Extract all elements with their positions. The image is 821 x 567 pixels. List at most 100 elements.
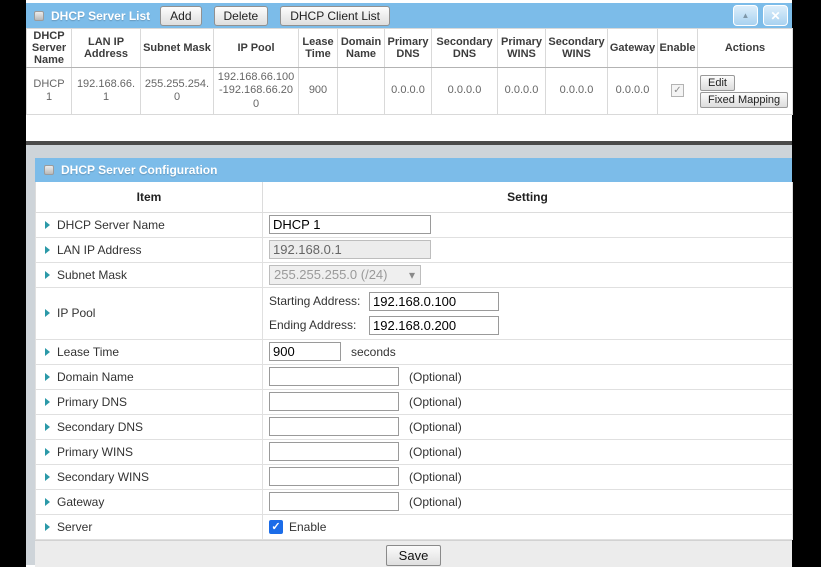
config-table: Item Setting DHCP Server Name LAN IP Add… (35, 182, 793, 540)
close-button[interactable]: ✕ (763, 5, 788, 26)
secondary-dns-input[interactable] (269, 417, 399, 436)
item-arrow-icon (45, 348, 50, 356)
col-header-secondary-wins: Secondary WINS (546, 29, 608, 68)
panel-square-icon (44, 165, 54, 175)
col-header-domain-name: Domain Name (338, 29, 385, 68)
row-server: Server ✓ Enable (36, 514, 793, 539)
item-arrow-icon (45, 309, 50, 317)
col-header-primary-wins: Primary WINS (498, 29, 546, 68)
server-enable-checkbox[interactable]: ✓ (269, 520, 283, 534)
field-label: Server (57, 520, 92, 534)
cell-dhcp-server-name: DHCP 1 (27, 68, 72, 115)
field-label: Lease Time (57, 345, 119, 359)
optional-hint: (Optional) (409, 445, 462, 459)
field-label: Domain Name (57, 370, 134, 384)
item-arrow-icon (45, 398, 50, 406)
setting-column-header: Setting (263, 182, 793, 212)
config-titlebar: DHCP Server Configuration (35, 158, 792, 182)
field-label: Primary DNS (57, 395, 127, 409)
field-label: DHCP Server Name (57, 218, 165, 232)
col-header-gateway: Gateway (608, 29, 658, 68)
primary-wins-input[interactable] (269, 442, 399, 461)
row-lan-ip-address: LAN IP Address (36, 237, 793, 262)
optional-hint: (Optional) (409, 370, 462, 384)
dhcp-client-list-button[interactable]: DHCP Client List (280, 6, 390, 26)
field-label: Gateway (57, 495, 104, 509)
delete-button[interactable]: Delete (214, 6, 269, 26)
item-arrow-icon (45, 271, 50, 279)
content-area: DHCP Server List Add Delete DHCP Client … (26, 0, 792, 567)
subnet-mask-select: 255.255.255.0 (/24) ▾ (269, 265, 421, 285)
field-label: Secondary DNS (57, 420, 143, 434)
col-header-secondary-dns: Secondary DNS (432, 29, 498, 68)
lease-time-input[interactable] (269, 342, 341, 361)
config-footer: Save (35, 540, 792, 567)
starting-address-input[interactable] (369, 292, 499, 311)
dhcp-list-titlebar: DHCP Server List Add Delete DHCP Client … (26, 3, 792, 28)
table-header-row: DHCP Server Name LAN IP Address Subnet M… (27, 29, 793, 68)
col-header-subnet-mask: Subnet Mask (141, 29, 214, 68)
server-enable-label: Enable (289, 520, 326, 534)
row-gateway: Gateway (Optional) (36, 489, 793, 514)
item-arrow-icon (45, 246, 50, 254)
cell-actions: Edit Fixed Mapping (698, 68, 793, 115)
primary-dns-input[interactable] (269, 392, 399, 411)
config-title: DHCP Server Configuration (61, 163, 217, 177)
col-header-lan-ip: LAN IP Address (72, 29, 141, 68)
row-secondary-wins: Secondary WINS (Optional) (36, 464, 793, 489)
field-label: Subnet Mask (57, 268, 127, 282)
col-header-enable: Enable (658, 29, 698, 68)
cell-primary-wins: 0.0.0.0 (498, 68, 546, 115)
cell-secondary-dns: 0.0.0.0 (432, 68, 498, 115)
cell-ip-pool: 192.168.66.100-192.168.66.200 (214, 68, 299, 115)
panel-square-icon (34, 11, 44, 21)
subnet-mask-selected-value: 255.255.255.0 (/24) (274, 267, 387, 282)
enable-checkbox-disabled: ✓ (671, 84, 684, 97)
domain-name-input[interactable] (269, 367, 399, 386)
lease-time-unit: seconds (351, 345, 396, 359)
lower-section: DHCP Server Configuration Item Setting D… (26, 145, 792, 565)
row-dhcp-server-name: DHCP Server Name (36, 212, 793, 237)
ending-address-input[interactable] (369, 316, 499, 335)
row-secondary-dns: Secondary DNS (Optional) (36, 414, 793, 439)
item-arrow-icon (45, 523, 50, 531)
item-column-header: Item (36, 182, 263, 212)
field-label: IP Pool (57, 306, 95, 320)
edit-button[interactable]: Edit (700, 75, 735, 91)
row-subnet-mask: Subnet Mask 255.255.255.0 (/24) ▾ (36, 262, 793, 287)
dhcp-server-list-table: DHCP Server Name LAN IP Address Subnet M… (26, 28, 793, 115)
screen: DHCP Server List Add Delete DHCP Client … (0, 0, 821, 567)
field-label: LAN IP Address (57, 243, 142, 257)
lan-ip-address-input (269, 240, 431, 259)
ending-address-label: Ending Address: (269, 318, 369, 332)
gateway-input[interactable] (269, 492, 399, 511)
collapse-button[interactable]: ▲ (733, 5, 758, 26)
cell-secondary-wins: 0.0.0.0 (546, 68, 608, 115)
optional-hint: (Optional) (409, 470, 462, 484)
cell-gateway: 0.0.0.0 (608, 68, 658, 115)
row-ip-pool: IP Pool Starting Address: Ending Address… (36, 287, 793, 339)
col-header-dhcp-server-name: DHCP Server Name (27, 29, 72, 68)
cell-primary-dns: 0.0.0.0 (385, 68, 432, 115)
item-arrow-icon (45, 423, 50, 431)
dhcp-server-list-panel: DHCP Server List Add Delete DHCP Client … (26, 3, 792, 115)
optional-hint: (Optional) (409, 495, 462, 509)
add-button[interactable]: Add (160, 6, 201, 26)
config-header-row: Item Setting (36, 182, 793, 212)
item-arrow-icon (45, 221, 50, 229)
collapse-icon: ▲ (742, 11, 750, 20)
cell-domain-name (338, 68, 385, 115)
close-icon: ✕ (770, 9, 780, 23)
item-arrow-icon (45, 373, 50, 381)
cell-enable: ✓ (658, 68, 698, 115)
save-button[interactable]: Save (386, 545, 442, 566)
row-primary-dns: Primary DNS (Optional) (36, 389, 793, 414)
field-label: Primary WINS (57, 445, 133, 459)
fixed-mapping-button[interactable]: Fixed Mapping (700, 92, 788, 108)
item-arrow-icon (45, 448, 50, 456)
secondary-wins-input[interactable] (269, 467, 399, 486)
dhcp-server-name-input[interactable] (269, 215, 431, 234)
panel-title: DHCP Server List (51, 9, 150, 23)
col-header-actions: Actions (698, 29, 793, 68)
optional-hint: (Optional) (409, 420, 462, 434)
